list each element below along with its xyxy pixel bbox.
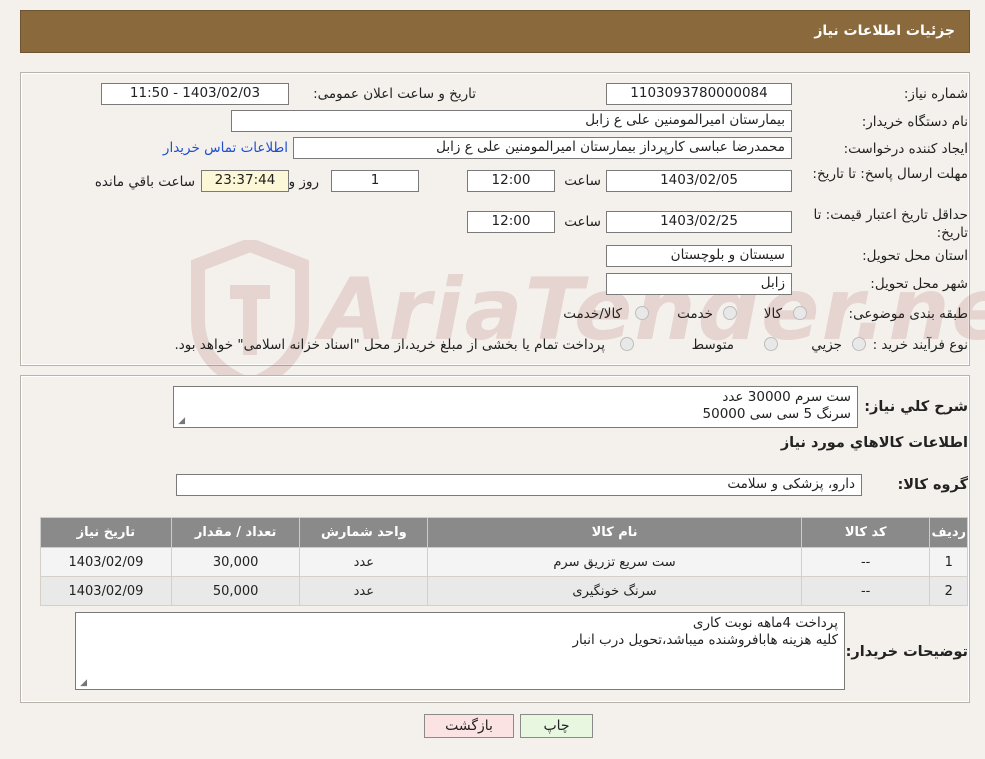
goods-info-title: اطلاعات کالاهاي مورد نياز xyxy=(780,435,968,451)
price-validity-date-field: 1403/02/25 xyxy=(606,211,792,233)
city-field: زابل xyxy=(606,273,792,295)
goods-group-field: دارو، پزشکی و سلامت xyxy=(176,474,862,496)
summary-label: شرح کلي نياز: xyxy=(864,399,968,415)
category-option-service: خدمت xyxy=(677,306,713,322)
table-row: 1 -- ست سریع تزریق سرم عدد 30,000 1403/0… xyxy=(40,547,968,577)
quantity: 50,000 xyxy=(170,576,301,606)
row-number: 1 xyxy=(929,547,968,577)
need-date: 1403/02/09 xyxy=(40,576,172,606)
creator-field: محمدرضا عباسی کارپرداز بیمارستان امیرالم… xyxy=(293,137,792,159)
category-option-goods: کالا xyxy=(763,306,782,322)
process-note: پرداخت تمام یا بخشی از مبلغ خرید،از محل … xyxy=(174,337,605,353)
goods-name: سرنگ خونگیری xyxy=(427,576,802,606)
buyer-contact-link[interactable]: اطلاعات تماس خریدار xyxy=(163,140,288,156)
col-goods-name: نام کالا xyxy=(427,517,802,548)
deadline-date-field: 1403/02/05 xyxy=(606,170,792,192)
price-validity-time-label: ساعت xyxy=(564,214,601,230)
process-option-medium: متوسط xyxy=(691,337,734,353)
buyer-org-field: بیمارستان امیرالمومنین علی ع زابل xyxy=(231,110,792,132)
process-label: نوع فرآیند خرید : xyxy=(872,337,968,353)
resize-grip-icon[interactable]: ◢ xyxy=(78,679,87,688)
need-date: 1403/02/09 xyxy=(40,547,172,577)
announce-datetime-label: تاریخ و ساعت اعلان عمومی: xyxy=(313,86,476,102)
buyer-org-label: نام دستگاه خریدار: xyxy=(861,114,968,130)
category-option-goods-service: کالا/خدمت xyxy=(563,306,622,322)
col-row-number: رديف xyxy=(929,517,968,548)
deadline-label: مهلت ارسال پاسخ: تا تاریخ: xyxy=(812,166,968,182)
print-button[interactable]: چاپ xyxy=(520,714,593,738)
goods-table: رديف کد کالا نام کالا واحد شمارش تعداد /… xyxy=(40,517,968,606)
remaining-time-field: 23:37:44 xyxy=(201,170,289,192)
buyer-notes-line-2: کلیه هزینه هابافروشنده میباشد،تحویل درب … xyxy=(572,632,839,648)
col-need-date: تاریخ نیاز xyxy=(40,517,172,548)
price-validity-label: حداقل تاریخ اعتبار قیمت: تا تاریخ: xyxy=(813,207,968,241)
table-row: 2 -- سرنگ خونگیری عدد 50,000 1403/02/09 xyxy=(40,576,968,606)
summary-line-1: ست سرم 30000 عدد xyxy=(722,389,851,405)
goods-name: ست سریع تزریق سرم xyxy=(427,547,802,577)
summary-line-2: سرنگ 5 سی سی 50000 xyxy=(702,406,851,422)
goods-code: -- xyxy=(800,576,931,606)
days-field: 1 xyxy=(331,170,419,192)
resize-grip-icon[interactable]: ◢ xyxy=(176,417,185,426)
province-label: استان محل تحویل: xyxy=(862,248,968,264)
category-radio-service[interactable] xyxy=(723,306,737,320)
col-unit: واحد شمارش xyxy=(299,517,429,548)
back-button[interactable]: بازگشت xyxy=(424,714,514,738)
unit: عدد xyxy=(299,547,429,577)
col-goods-code: کد کالا xyxy=(800,517,931,548)
category-label: طبقه بندی موضوعی: xyxy=(848,306,968,322)
province-field: سیستان و بلوچستان xyxy=(606,245,792,267)
process-treasury-checkbox[interactable] xyxy=(620,337,634,351)
page-title: جزئیات اطلاعات نیاز xyxy=(814,23,955,39)
city-label: شهر محل تحویل: xyxy=(870,276,968,292)
page-header: جزئیات اطلاعات نیاز xyxy=(20,10,970,53)
need-number-label: شماره نیاز: xyxy=(903,86,968,102)
price-validity-time-field: 12:00 xyxy=(467,211,555,233)
process-option-minor: جزیي xyxy=(811,337,842,353)
quantity: 30,000 xyxy=(170,547,301,577)
buyer-notes-line-1: پرداخت 4ماهه نوبت کاری xyxy=(692,615,838,631)
creator-label: ایجاد کننده درخواست: xyxy=(843,141,968,157)
goods-group-label: گروه کالا: xyxy=(897,477,968,493)
row-number: 2 xyxy=(929,576,968,606)
process-radio-medium[interactable] xyxy=(764,337,778,351)
table-header-row: رديف کد کالا نام کالا واحد شمارش تعداد /… xyxy=(40,517,968,548)
summary-textarea[interactable]: ست سرم 30000 عدد سرنگ 5 سی سی 50000 ◢ xyxy=(173,386,858,428)
days-label: روز و xyxy=(288,174,319,190)
buyer-notes-label: توضیحات خریدار: xyxy=(845,644,968,660)
need-number-field: 1103093780000084 xyxy=(606,83,792,105)
deadline-time-field: 12:00 xyxy=(467,170,555,192)
col-quantity: تعداد / مقدار xyxy=(170,517,301,548)
announce-datetime-field: 1403/02/03 - 11:50 xyxy=(101,83,289,105)
process-radio-minor[interactable] xyxy=(852,337,866,351)
category-radio-goods-service[interactable] xyxy=(635,306,649,320)
unit: عدد xyxy=(299,576,429,606)
deadline-time-label: ساعت xyxy=(564,173,601,189)
category-radio-goods[interactable] xyxy=(793,306,807,320)
buyer-notes-textarea[interactable]: پرداخت 4ماهه نوبت کاری کلیه هزینه هابافر… xyxy=(75,612,845,690)
goods-code: -- xyxy=(800,547,931,577)
remaining-time-label: ساعت باقي مانده xyxy=(94,174,195,190)
